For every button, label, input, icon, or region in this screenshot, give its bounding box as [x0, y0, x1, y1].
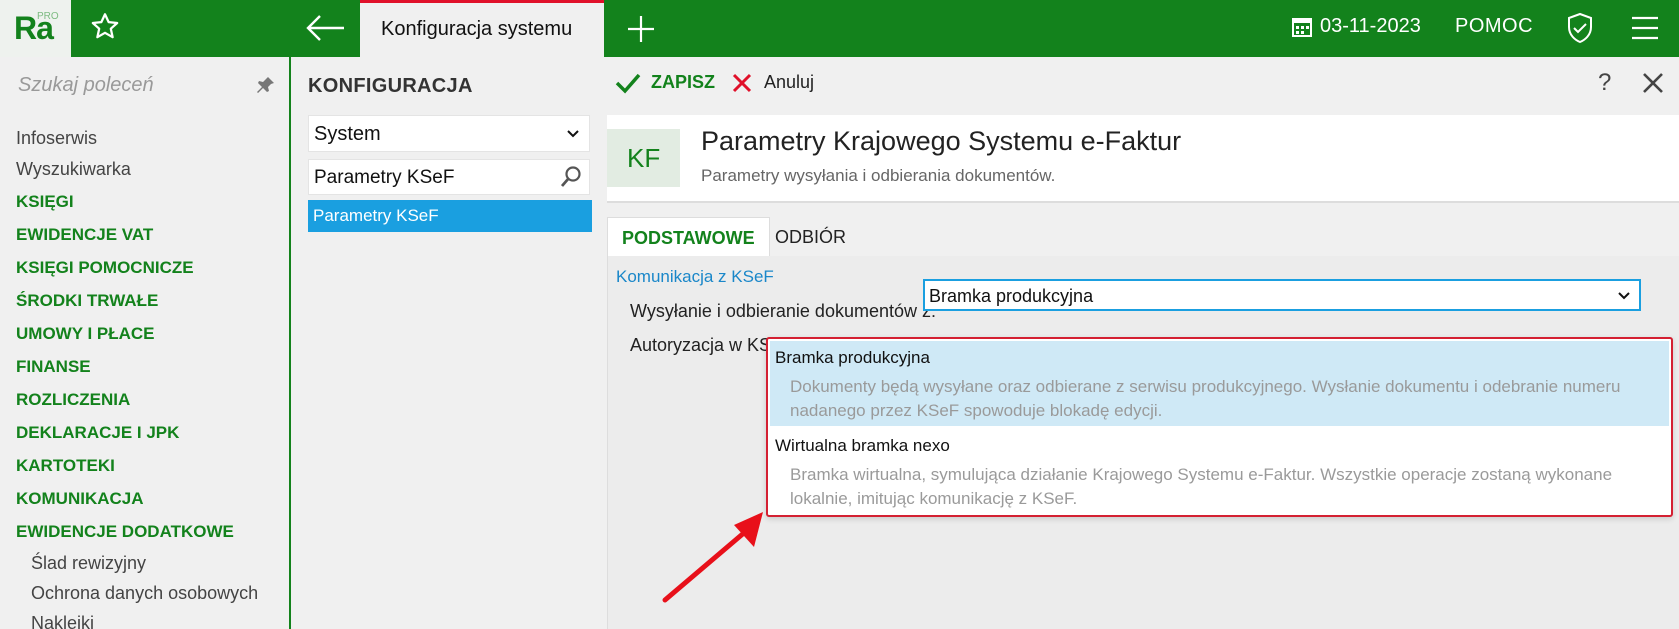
shield-check-icon[interactable]	[1564, 11, 1596, 45]
config-search-value: Parametry KSeF	[314, 167, 455, 188]
close-icon[interactable]	[1642, 72, 1664, 94]
nav-item[interactable]: Naklejki	[0, 608, 289, 629]
cancel-x-icon	[732, 73, 752, 93]
nav-item[interactable]: KARTOTEKI	[0, 449, 289, 482]
command-search-input[interactable]: Szukaj poleceń	[18, 74, 154, 97]
nav-item[interactable]: ŚRODKI TRWAŁE	[0, 284, 289, 317]
cancel-button-label: Anuluj	[764, 72, 815, 92]
module-badge-text: KF	[627, 143, 661, 173]
gateway-label: Wysyłanie i odbieranie dokumentów z:	[630, 301, 936, 321]
option-name: Wirtualna bramka nexo	[775, 436, 950, 455]
add-tab-icon[interactable]	[624, 12, 658, 46]
config-title: KONFIGURACJA	[308, 75, 473, 97]
save-button-label: ZAPISZ	[651, 72, 716, 92]
tab-odbior[interactable]: ODBIÓR	[761, 217, 860, 257]
tab-system-config[interactable]: Konfiguracja systemu	[360, 0, 604, 57]
pin-icon[interactable]	[256, 75, 276, 95]
tab-podstawowe[interactable]: PODSTAWOWE	[607, 217, 770, 257]
option-description: Bramka wirtualna, symulująca działanie K…	[790, 465, 1613, 508]
help-icon[interactable]: ?	[1598, 69, 1611, 97]
search-icon[interactable]	[559, 165, 583, 189]
option-name: Bramka produkcyjna	[775, 348, 930, 367]
nav-item[interactable]: KOMUNIKACJA	[0, 482, 289, 515]
config-group-value: System	[314, 123, 381, 145]
auth-label: Autoryzacja w KS	[630, 335, 772, 355]
nav-item[interactable]: Wyszukiwarka	[0, 154, 289, 185]
nav-item[interactable]: Ślad rewizyjny	[0, 548, 289, 578]
option-description: Dokumenty będą wysyłane oraz odbierane z…	[790, 377, 1621, 420]
chevron-down-icon	[1618, 292, 1630, 300]
nav-item[interactable]: EWIDENCJE VAT	[0, 218, 289, 251]
dropdown-option-production[interactable]: Bramka produkcyjna Dokumenty będą wysyła…	[770, 341, 1669, 426]
page-subtitle: Parametry wysyłania i odbierania dokumen…	[701, 166, 1056, 185]
nav-item[interactable]: KSIĘGI	[0, 185, 289, 218]
chevron-down-icon	[567, 130, 579, 138]
module-badge: KF	[607, 129, 680, 187]
config-list-item-ksef[interactable]: Parametry KSeF	[308, 200, 592, 232]
checkmark-icon	[615, 73, 641, 94]
nav-item[interactable]: ROZLICZENIA	[0, 383, 289, 416]
page-header: KF Parametry Krajowego Systemu e-Faktur …	[607, 115, 1679, 203]
tab-system-config-label: Konfiguracja systemu	[381, 18, 573, 40]
config-group-select[interactable]: System	[308, 115, 590, 152]
tab-bar: PODSTAWOWE ODBIÓR	[607, 217, 1679, 257]
gateway-dropdown-list: Bramka produkcyjna Dokumenty będą wysyła…	[766, 337, 1673, 517]
back-arrow-icon[interactable]	[302, 10, 348, 46]
config-panel: KONFIGURACJA System Parametry KSeF Param…	[293, 57, 593, 629]
gateway-select[interactable]: Bramka produkcyjna	[923, 279, 1641, 311]
nav-item[interactable]: EWIDENCJE DODATKOWE	[0, 515, 289, 548]
hamburger-menu-icon[interactable]	[1630, 14, 1660, 42]
favorites-star-icon[interactable]	[88, 10, 122, 44]
logo-badge: PRO	[37, 11, 59, 22]
nav-item[interactable]: KSIĘGI POMOCNICZE	[0, 251, 289, 284]
gateway-select-value: Bramka produkcyjna	[929, 286, 1094, 306]
nav-item[interactable]: Ochrona danych osobowych	[0, 578, 289, 608]
nav-item[interactable]: DEKLARACJE I JPK	[0, 416, 289, 449]
calendar-icon[interactable]	[1291, 16, 1313, 38]
config-list-item-label: Parametry KSeF	[313, 206, 439, 225]
nav-item[interactable]: UMOWY I PŁACE	[0, 317, 289, 350]
toolbar: ZAPISZ Anuluj ?	[593, 57, 1679, 114]
current-date[interactable]: 03-11-2023	[1320, 15, 1421, 38]
config-search-input[interactable]: Parametry KSeF	[308, 159, 590, 195]
dropdown-option-virtual[interactable]: Wirtualna bramka nexo Bramka wirtualna, …	[770, 429, 1669, 513]
top-bar: Ra PRO Konfiguracja systemu 03-11-2023 P…	[0, 0, 1679, 57]
nav-item[interactable]: Infoserwis	[0, 123, 289, 154]
help-link[interactable]: POMOC	[1455, 15, 1533, 38]
page-title: Parametry Krajowego Systemu e-Faktur	[701, 126, 1182, 156]
nav-list: Infoserwis Wyszukiwarka KSIĘGI EWIDENCJE VA…	[0, 123, 289, 629]
left-navigation: Szukaj poleceń Infoserwis Wyszukiwarka KSI…	[0, 57, 291, 629]
app-logo[interactable]: Ra PRO	[0, 0, 71, 57]
section-title: Komunikacja z KSeF	[616, 267, 774, 286]
nav-item[interactable]: FINANSE	[0, 350, 289, 383]
